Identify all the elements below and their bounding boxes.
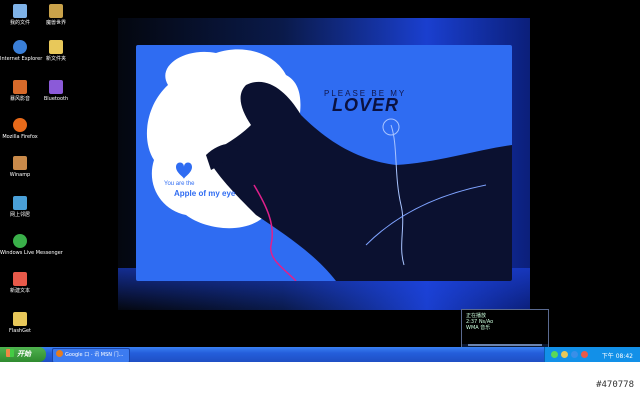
desktop-icon[interactable]: 魔兽世界	[36, 4, 76, 26]
media-seek-bar[interactable]	[468, 344, 542, 346]
media-line-1: 正在播放	[466, 313, 487, 319]
taskbar-item-browser[interactable]: Google 口 - 讯 MSN 门...	[52, 348, 130, 362]
start-label: 开始	[17, 350, 31, 358]
my-documents-icon	[13, 4, 27, 18]
messenger-icon	[13, 234, 27, 248]
speaker-tray-icon[interactable]	[561, 351, 568, 358]
desktop-icon-label: Internet Explorer	[0, 56, 43, 62]
media-info-panel: 正在播放 2:37 Ns/Ao WMA 音乐	[462, 310, 548, 344]
desktop: PLEASE BE MY LOVER You are the Apple of …	[0, 0, 640, 362]
clock[interactable]: 下午 08:42	[602, 351, 633, 360]
internet-explorer-icon	[13, 40, 27, 54]
desktop-icon-label: 新建文本	[9, 288, 30, 294]
desktop-icon-label: Bluetooth	[43, 96, 69, 102]
browser-icon	[56, 350, 63, 357]
desktop-icon[interactable]: 我的文件	[0, 4, 40, 26]
security-tray-icon[interactable]	[581, 351, 588, 358]
taskbar-item-label: Google 口 - 讯 MSN 门...	[65, 352, 124, 358]
desktop-icon[interactable]: 新文件夹	[36, 40, 76, 62]
media-line-3: WMA 音乐	[466, 325, 491, 331]
windows-flag-icon	[6, 349, 14, 357]
desktop-icon-label: FlashGet	[8, 328, 31, 334]
desktop-icon[interactable]: FlashGet	[0, 312, 40, 334]
wallpaper-apple-text: Apple of my eye	[174, 189, 236, 198]
desktop-icon-label: 魔兽世界	[45, 20, 66, 26]
desktop-icon[interactable]: Mozilla Firefox	[0, 118, 40, 140]
folder-icon	[49, 40, 63, 54]
desktop-icon-label: Windows Live Messenger	[0, 250, 63, 256]
desktop-icon-label: 暴风影音	[9, 96, 30, 102]
document-icon	[13, 272, 27, 286]
wallpaper-illustration	[146, 49, 512, 281]
network-tray-icon[interactable]	[551, 351, 558, 358]
game-icon	[49, 4, 63, 18]
start-button[interactable]: 开始	[0, 347, 46, 362]
desktop-icon[interactable]: Bluetooth	[36, 80, 76, 102]
taskbar: 开始 Google 口 - 讯 MSN 门... 下午 08:42	[0, 347, 640, 362]
wallpaper-lover-text: LOVER	[332, 95, 400, 115]
wallpaper-art: PLEASE BE MY LOVER You are the Apple of …	[136, 45, 512, 281]
desktop-icon[interactable]: Winamp	[0, 156, 40, 178]
desktop-icon[interactable]: Internet Explorer	[0, 40, 43, 62]
watermark: #470778	[596, 380, 634, 390]
system-tray: 下午 08:42	[544, 347, 640, 362]
desktop-icon-label: Winamp	[9, 172, 31, 178]
desktop-icon-label: Mozilla Firefox	[2, 134, 38, 140]
desktop-icon[interactable]: 网上邻居	[0, 196, 40, 218]
firefox-icon	[13, 118, 27, 132]
desktop-icon[interactable]: Windows Live Messenger	[0, 234, 63, 256]
media-player-icon	[13, 80, 27, 94]
bluetooth-tray-icon[interactable]	[571, 351, 578, 358]
network-icon	[13, 196, 27, 210]
winamp-icon	[13, 156, 27, 170]
desktop-icon-label: 网上邻居	[9, 212, 30, 218]
wallpaper-you-are-text: You are the	[164, 181, 195, 187]
desktop-icon[interactable]: 新建文本	[0, 272, 40, 294]
folder-icon	[13, 312, 27, 326]
rose-bloom	[382, 118, 400, 136]
bluetooth-icon	[49, 80, 63, 94]
desktop-icon[interactable]: 暴风影音	[0, 80, 40, 102]
desktop-icon-label: 新文件夹	[45, 56, 66, 62]
desktop-icon-label: 我的文件	[9, 20, 30, 26]
